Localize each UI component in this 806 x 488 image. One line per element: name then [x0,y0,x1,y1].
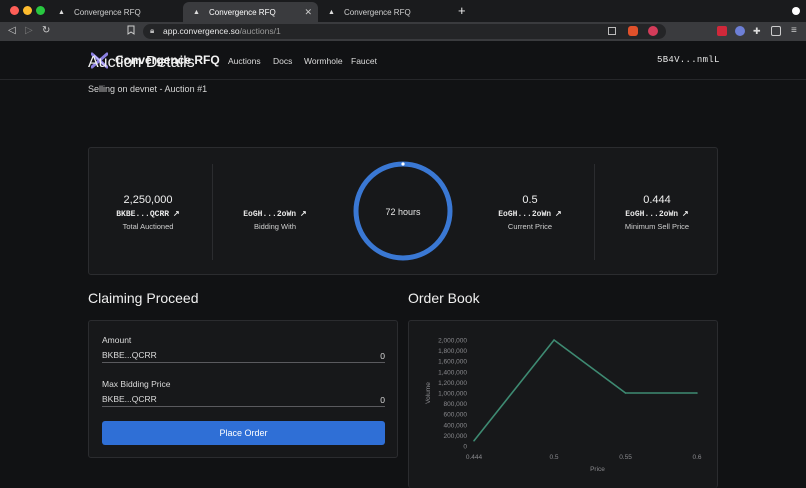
stat-minimum-sell-price: 0.444 EoGH...2oWn ↗ Minimum Sell Price [597,194,717,231]
browser-tab-1[interactable]: ▲ Convergence RFQ [48,2,183,22]
x-tick-label: 0.6 [692,454,701,461]
x-tick-label: 0.55 [619,454,632,461]
tab-title: Convergence RFQ [344,7,411,17]
stat-label: Current Price [507,222,553,231]
stat-label: Bidding With [253,222,297,231]
page-title: Auction Details [88,54,195,71]
y-tick-label: 400,000 [444,422,468,429]
stat-bidding-with: EoGH...2oWn ↗ Bidding With [215,194,335,231]
max-bidding-price-label: Max Bidding Price [102,379,171,389]
tab-favicon-icon: ▲ [328,8,335,16]
stat-value: 0.444 [643,194,671,206]
wallet-address-button[interactable]: 5B4V...nmlL [657,55,720,65]
browser-toolbar: ◁ ▷ ↻ 🔒︎ app.convergence.so/auctions/1 ✚… [0,22,806,41]
timer-label: 72 hours [385,207,421,217]
y-tick-label: 200,000 [444,433,468,440]
order-book-point [553,339,555,341]
divider [212,164,213,260]
external-link-icon[interactable]: ↗ [300,209,307,218]
external-link-icon[interactable]: ↗ [173,209,180,218]
order-book-series-line [473,339,697,442]
close-window-button[interactable] [10,6,19,15]
stat-token[interactable]: EoGH...2oWn ↗ [597,209,717,219]
stat-token[interactable]: EoGH...2oWn ↗ [215,209,335,219]
address-bar[interactable]: 🔒︎ app.convergence.so/auctions/1 [143,24,666,39]
nav-link-faucet[interactable]: Faucet [351,56,377,66]
maximize-window-button[interactable] [36,6,45,15]
order-book-title: Order Book [408,290,480,306]
external-link-icon[interactable]: ↗ [555,209,562,218]
amount-token: BKBE...QCRR [102,350,157,360]
auction-timer-ring: 72 hours [353,161,453,261]
tab-favicon-icon: ▲ [58,8,65,16]
brave-shield-icon[interactable] [628,26,638,36]
y-tick-label: 600,000 [444,412,468,419]
address-url: app.convergence.so/auctions/1 [163,26,281,36]
divider [594,164,595,260]
external-link-icon[interactable]: ↗ [682,209,689,218]
timer-marker [401,162,405,166]
price-token: BKBE...QCRR [102,394,157,404]
max-bidding-price-field[interactable]: BKBE...QCRR [102,393,385,407]
forward-icon[interactable]: ▷ [25,25,33,37]
browser-tab-2[interactable]: ▲ Convergence RFQ ✕ [183,2,318,22]
extension-wallet-icon[interactable] [735,26,745,36]
stat-total-auctioned: 2,250,000 BKBE...QCRR ↗ Total Auctioned [88,194,208,231]
back-icon[interactable]: ◁ [8,25,16,37]
place-order-button[interactable]: Place Order [102,421,385,445]
menu-icon[interactable]: ≡ [791,25,797,37]
y-tick-label: 1,200,000 [438,380,467,387]
nav-link-auctions[interactable]: Auctions [228,56,261,66]
y-axis-label: Volume [425,382,432,404]
stat-value [215,194,335,207]
minimize-window-button[interactable] [23,6,32,15]
max-bidding-price-input[interactable] [265,393,385,406]
nav-link-docs[interactable]: Docs [273,56,292,66]
wallet-icon[interactable] [771,26,781,36]
stat-label: Minimum Sell Price [624,222,690,231]
stat-label: Total Auctioned [122,222,174,231]
amount-input[interactable] [265,349,385,362]
close-tab-icon[interactable]: ✕ [304,7,312,18]
x-axis-label: Price [590,466,605,473]
stat-value: 0.5 [522,194,538,206]
y-tick-label: 1,600,000 [438,359,467,366]
y-tick-label: 2,000,000 [438,338,467,345]
claiming-title: Claiming Proceed [88,290,199,306]
qr-code-icon[interactable] [608,27,616,35]
y-tick-label: 0 [463,444,467,451]
order-book-chart: 0 200,000 400,000 600,000 800,000 1,000,000 1,… [425,338,702,474]
page-subtitle: Selling on devnet - Auction #1 [88,84,208,94]
y-tick-label: 1,400,000 [438,369,467,376]
stat-token[interactable]: BKBE...QCRR ↗ [88,209,208,219]
extensions-puzzle-icon[interactable]: ✚ [753,26,763,36]
order-book-point [696,392,698,394]
recording-icon [792,7,800,15]
order-book-point [624,392,627,394]
extension-red-icon[interactable] [717,26,727,36]
stat-current-price: 0.5 EoGH...2oWn ↗ Current Price [470,194,590,231]
y-tick-label: 1,000,000 [438,391,467,398]
browser-tab-bar: ▲ Convergence RFQ ▲ Convergence RFQ ✕ ▲ … [0,0,806,22]
nav-link-wormhole[interactable]: Wormhole [304,56,343,66]
tab-title: Convergence RFQ [74,7,141,17]
amount-label: Amount [102,335,132,345]
brave-rewards-icon[interactable] [648,26,658,36]
tab-favicon-icon: ▲ [193,8,200,16]
new-tab-icon[interactable]: + [458,4,466,17]
bookmark-icon[interactable] [127,25,135,39]
order-book-point [473,439,475,442]
stat-token[interactable]: EoGH...2oWn ↗ [470,209,590,219]
stat-value: 2,250,000 [123,194,173,206]
x-tick-label: 0.444 [466,454,483,461]
tab-title: Convergence RFQ [209,7,276,17]
y-tick-label: 1,800,000 [438,348,467,355]
y-tick-label: 800,000 [444,401,468,408]
browser-tab-3[interactable]: ▲ Convergence RFQ [318,2,453,22]
lock-icon: 🔒︎ [150,26,155,35]
amount-field[interactable]: BKBE...QCRR [102,349,385,363]
reload-icon[interactable]: ↻ [42,25,50,37]
x-tick-label: 0.5 [550,454,559,461]
